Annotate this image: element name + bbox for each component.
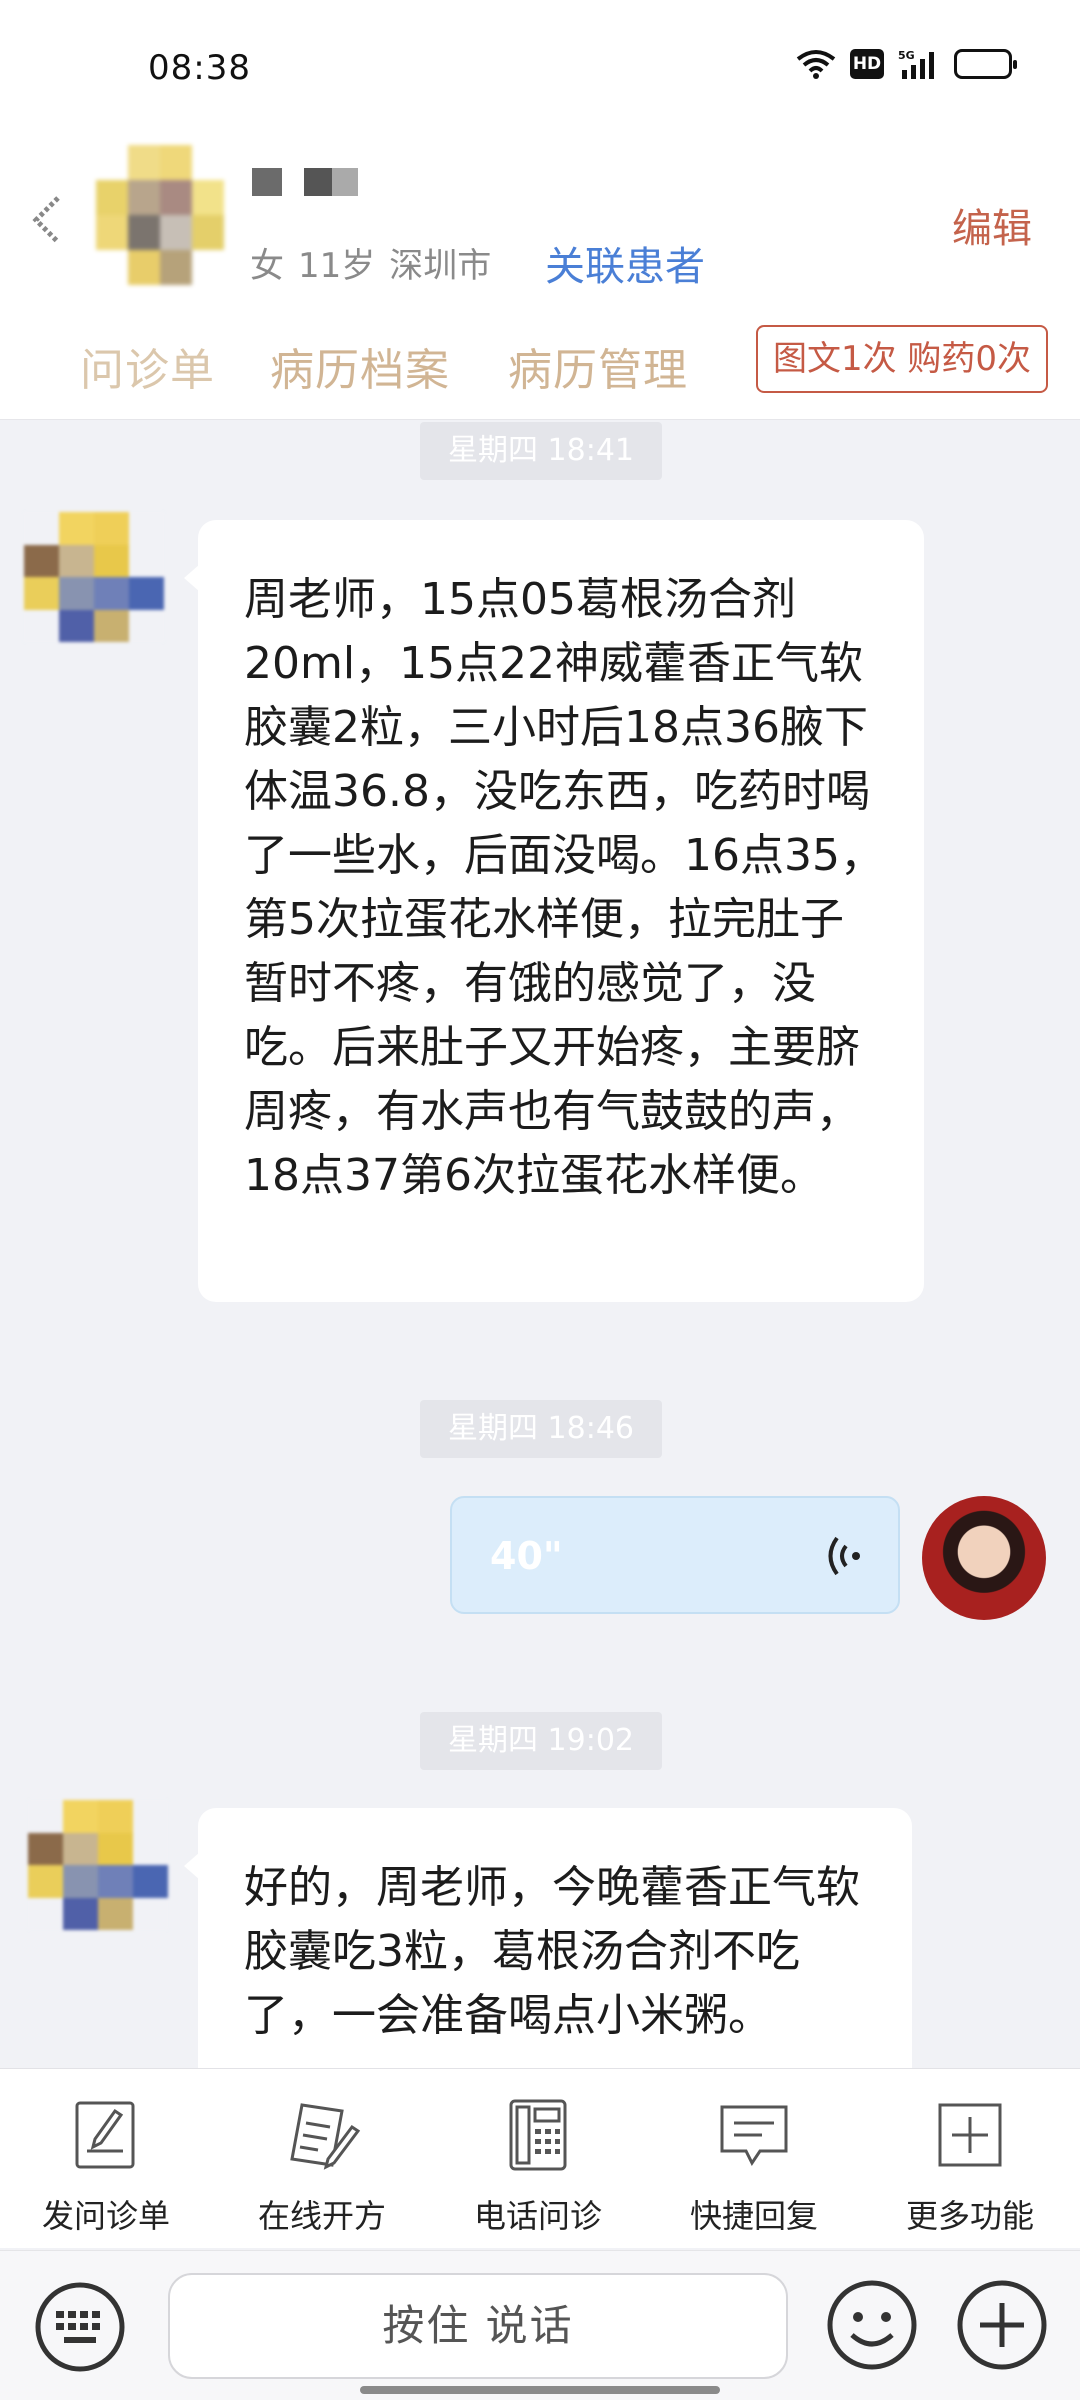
patient-message-avatar[interactable]: [24, 512, 164, 642]
more-icon: [938, 2103, 1002, 2167]
prescription-icon: [290, 2103, 361, 2170]
plus-button[interactable]: [954, 2277, 1050, 2377]
edit-button[interactable]: 编辑: [952, 196, 1032, 254]
tool-label: 发问诊单: [41, 2197, 170, 2235]
message-timestamp: 星期四 19:02: [420, 1712, 662, 1770]
doctor-avatar[interactable]: [922, 1496, 1046, 1620]
function-toolbar: 发问诊单 在线开方 电话问诊 快捷回复 更多功能: [0, 2068, 1080, 2248]
phone-consult-button[interactable]: 电话问诊: [448, 2097, 628, 2237]
chat-header: 08:38 HD 5G 女 11岁 深圳市 关联患者 编辑 问诊单 病历档案 病…: [0, 0, 1080, 420]
status-bar: 08:38 HD 5G: [0, 0, 1080, 140]
voice-wave-icon: [824, 1534, 864, 1582]
tool-label: 在线开方: [257, 2197, 386, 2235]
tool-label: 快捷回复: [689, 2197, 818, 2235]
back-arrow-icon: [32, 196, 60, 244]
tool-label: 更多功能: [905, 2197, 1034, 2235]
quick-reply-icon: [720, 2105, 788, 2166]
patient-gender: 女: [250, 246, 284, 286]
status-time: 08:38: [148, 48, 251, 88]
battery-icon: [954, 49, 1017, 79]
hold-to-talk-button[interactable]: 按住 说话: [168, 2273, 788, 2379]
status-icons: HD 5G: [796, 48, 1017, 80]
message-timestamp: 星期四 18:41: [420, 422, 662, 480]
patient-city: 深圳市: [389, 246, 492, 286]
back-button[interactable]: [28, 190, 76, 250]
voice-message-bubble[interactable]: 40": [450, 1496, 900, 1614]
patient-info: 女 11岁 深圳市: [250, 238, 505, 287]
wifi-icon: [796, 49, 836, 79]
input-bar: 按住 说话: [0, 2250, 1080, 2400]
phone-icon: [509, 2099, 567, 2171]
signal-icon: 5G: [898, 48, 940, 80]
patient-age: 11岁: [298, 246, 376, 286]
svg-text:5G: 5G: [898, 49, 915, 62]
patient-message-bubble[interactable]: 周老师，15点05葛根汤合剂20ml，15点22神威藿香正气软胶囊2粒，三小时后…: [184, 520, 924, 1302]
online-prescription-button[interactable]: 在线开方: [232, 2097, 412, 2237]
send-inquiry-form-button[interactable]: 发问诊单: [16, 2097, 196, 2237]
plus-icon: [957, 2280, 1047, 2370]
form-icon: [75, 2101, 135, 2169]
quick-reply-button[interactable]: 快捷回复: [664, 2097, 844, 2237]
link-patient-button[interactable]: 关联患者: [545, 234, 705, 292]
more-functions-button[interactable]: 更多功能: [880, 2097, 1060, 2237]
tab-inquiry-form[interactable]: 问诊单: [80, 334, 215, 398]
consult-count-badge[interactable]: 图文1次 购药0次: [756, 325, 1048, 393]
patient-avatar[interactable]: [96, 145, 224, 285]
patient-message-avatar[interactable]: [28, 1800, 168, 1930]
hd-icon: HD: [850, 49, 884, 79]
patient-message-bubble[interactable]: 好的，周老师，今晚藿香正气软胶囊吃3粒，葛根汤合剂不吃了，一会准备喝点小米粥。: [184, 1808, 912, 2108]
keyboard-icon: [35, 2282, 125, 2372]
message-timestamp: 星期四 18:46: [420, 1400, 662, 1458]
tab-record-management[interactable]: 病历管理: [508, 334, 688, 398]
tab-medical-records[interactable]: 病历档案: [270, 334, 450, 398]
keyboard-toggle-button[interactable]: [34, 2281, 126, 2377]
home-indicator[interactable]: [360, 2386, 720, 2394]
voice-duration: 40": [490, 1534, 563, 1578]
emoji-icon: [827, 2280, 917, 2370]
emoji-button[interactable]: [824, 2277, 920, 2377]
tool-label: 电话问诊: [473, 2197, 602, 2235]
patient-name-redacted: [252, 168, 358, 196]
